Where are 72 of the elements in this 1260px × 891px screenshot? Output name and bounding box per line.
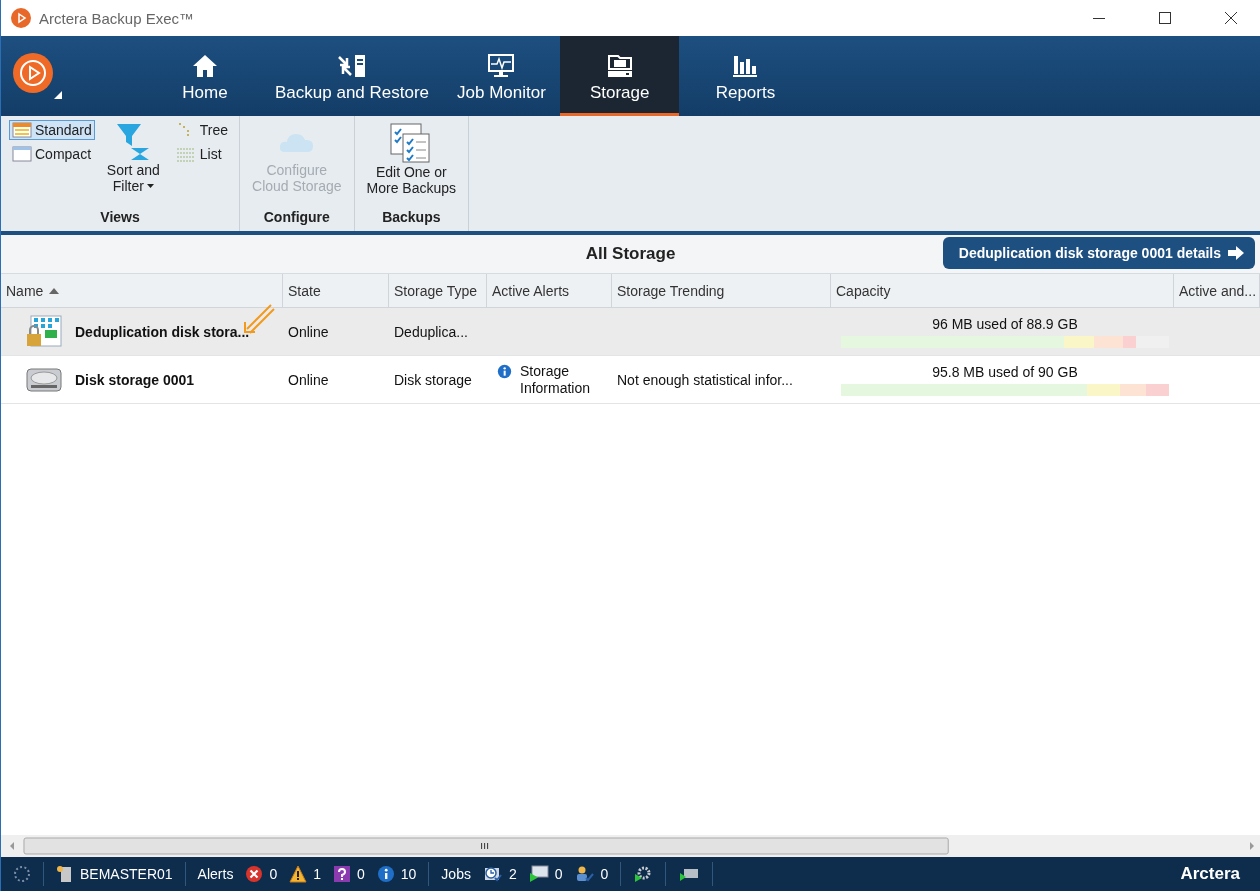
capacity-text: 95.8 MB used of 90 GB xyxy=(932,363,1078,380)
state-cell: Online xyxy=(283,308,389,356)
minimize-icon xyxy=(1093,17,1105,19)
capacity-text: 96 MB used of 88.9 GB xyxy=(932,315,1078,332)
view-mode-button[interactable]: Standard xyxy=(9,120,95,140)
nav-tab[interactable]: Job Monitor xyxy=(443,36,560,116)
column-header[interactable]: Storage Trending xyxy=(612,274,831,308)
job-count[interactable]: 0 xyxy=(554,866,563,882)
dedup-storage-icon xyxy=(25,313,63,350)
info-icon xyxy=(376,865,395,883)
alert-count[interactable]: 0 xyxy=(269,866,278,882)
nav-tab[interactable]: Backup and Restore xyxy=(261,36,444,116)
state-cell: Online xyxy=(283,356,389,404)
caret-icon xyxy=(146,184,154,188)
group-label: Configure xyxy=(262,209,331,227)
server-icon xyxy=(56,865,74,883)
sort-filter-button[interactable]: Sort and Filter xyxy=(102,120,164,209)
column-header[interactable]: Active and... xyxy=(1174,274,1260,308)
house-icon xyxy=(191,52,219,79)
brand-logo-text: Arctera xyxy=(1180,864,1241,884)
job-count[interactable]: 2 xyxy=(508,866,517,882)
monitor-play-icon xyxy=(528,865,549,883)
trending-cell: Not enough statistical infor... xyxy=(612,356,831,404)
job-clock-icon xyxy=(482,865,503,883)
group-label: Views xyxy=(99,209,141,227)
ribbon-button[interactable]: Edit One or More Backups xyxy=(362,120,461,209)
layout-button[interactable]: List xyxy=(171,144,232,164)
alert-count[interactable]: 10 xyxy=(400,866,417,882)
question-icon xyxy=(333,865,351,883)
horizontal-scrollbar[interactable] xyxy=(1,835,1260,857)
content-title: All Storage xyxy=(585,244,676,264)
server-arrows-icon xyxy=(337,52,367,79)
job-person-icon xyxy=(574,865,595,883)
storage-device-icon xyxy=(605,52,634,79)
warning-icon xyxy=(289,865,308,883)
column-header[interactable]: Active Alerts xyxy=(487,274,612,308)
column-header[interactable]: Storage Type xyxy=(389,274,487,308)
storage-name: Disk storage 0001 xyxy=(75,371,195,388)
nav-tab[interactable]: Home xyxy=(149,36,261,116)
app-logo-icon xyxy=(11,8,31,28)
column-header[interactable]: State xyxy=(283,274,389,308)
storage-name: Deduplication disk stora... xyxy=(75,323,250,340)
list-view-icon xyxy=(174,146,197,162)
window-title: Arctera Backup Exec™ xyxy=(39,9,196,27)
compact-view-icon xyxy=(12,146,32,162)
standard-view-icon xyxy=(12,122,32,138)
job-count[interactable]: 0 xyxy=(600,866,609,882)
table-row[interactable]: Disk storage 0001 Online Disk storage Storage Information Not enough statistical infor... 95.8 MB used of 90 GB xyxy=(1,356,1260,404)
app-menu-icon[interactable] xyxy=(13,53,63,99)
arrow-right-icon xyxy=(1227,246,1245,260)
nav-tab[interactable]: Storage xyxy=(559,36,680,116)
info-icon xyxy=(497,364,512,379)
alerts-label: Alerts xyxy=(197,866,234,882)
alert-count[interactable]: 1 xyxy=(313,866,321,882)
details-button[interactable]: Deduplication disk storage 0001 details xyxy=(942,237,1255,269)
error-icon xyxy=(245,865,264,883)
monitor-pulse-icon xyxy=(487,52,516,79)
column-header[interactable]: Capacity xyxy=(831,274,1174,308)
view-mode-button[interactable]: Compact xyxy=(9,144,95,164)
layout-button[interactable]: Tree xyxy=(171,120,232,140)
maximize-icon xyxy=(1158,11,1172,25)
loading-spinner-icon xyxy=(13,865,31,883)
alert-count[interactable]: 0 xyxy=(357,866,365,882)
jobs-label: Jobs xyxy=(441,866,471,882)
server-name[interactable]: BEMASTER01 xyxy=(80,866,173,882)
close-icon xyxy=(1224,11,1238,25)
storage-type-cell: Disk storage xyxy=(389,356,487,404)
nav-tab[interactable]: Reports xyxy=(679,36,812,116)
group-label: Backups xyxy=(381,209,442,227)
column-header[interactable]: Name xyxy=(1,274,283,308)
alert-text: Storage Information xyxy=(520,362,592,397)
storage-type-cell: Deduplica... xyxy=(389,308,487,356)
